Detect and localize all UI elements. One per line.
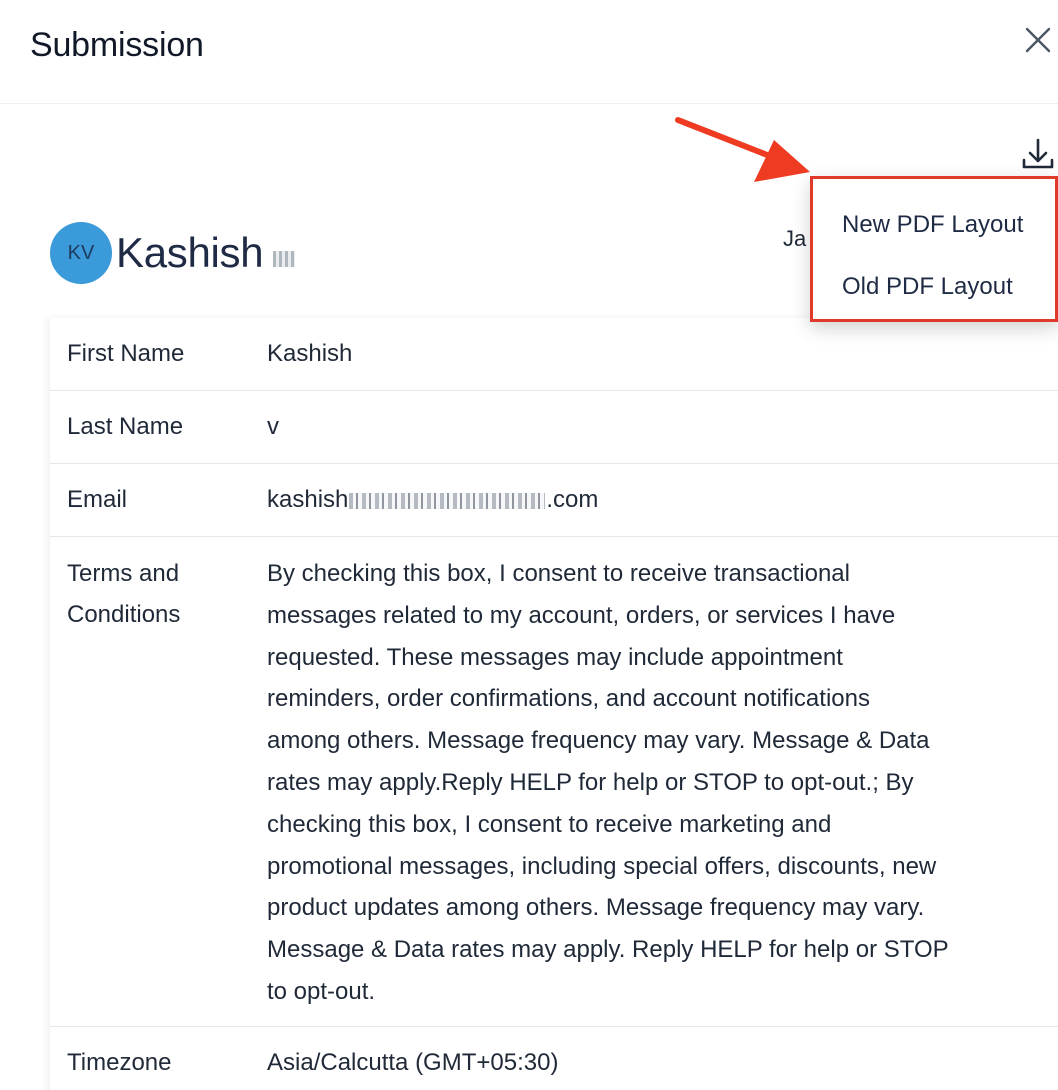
redacted-text <box>349 492 546 509</box>
field-row-first-name: First Name Kashish <box>50 318 1058 391</box>
terms-line: product updates among others. Message fr… <box>267 894 925 922</box>
close-button[interactable] <box>1020 22 1056 58</box>
menu-item-old-pdf-layout[interactable]: Old PDF Layout <box>842 273 1013 301</box>
redacted-text <box>273 251 296 267</box>
terms-line: promotional messages, including special … <box>267 852 937 880</box>
modal-title: Submission <box>30 26 204 64</box>
menu-item-new-pdf-layout[interactable]: New PDF Layout <box>842 211 1023 239</box>
email-prefix: kashish <box>267 486 349 513</box>
field-row-email: Email kashish .com <box>50 464 1058 537</box>
close-icon <box>1025 27 1051 53</box>
annotation-arrow-icon <box>675 117 810 182</box>
terms-line: checking this box, I consent to receive … <box>267 810 832 838</box>
terms-line: messages related to my account, orders, … <box>267 601 896 629</box>
email-suffix: .com <box>546 486 599 513</box>
terms-line: to opt-out. <box>267 977 376 1005</box>
download-layout-menu: New PDF Layout Old PDF Layout <box>810 176 1058 322</box>
submission-details-table: First Name Kashish Last Name v Email kas… <box>50 318 1058 1090</box>
field-label: Terms and Conditions <box>50 553 267 1026</box>
submitter-header: KV Kashish <box>50 220 296 286</box>
field-value: Kashish <box>267 340 353 367</box>
terms-line: Message & Data rates may apply. Reply HE… <box>267 936 949 964</box>
field-label: Last Name <box>67 413 184 440</box>
terms-line: reminders, order confirmations, and acco… <box>267 685 870 713</box>
field-row-terms: Terms and Conditions By checking this bo… <box>50 537 1058 1027</box>
submission-modal: Submission KV Kashish Ja First Name Kash… <box>0 0 1058 1090</box>
field-row-last-name: Last Name v <box>50 391 1058 464</box>
field-label: First Name <box>67 340 185 367</box>
field-label: Timezone <box>67 1049 172 1076</box>
terms-line: rates may apply.Reply HELP for help or S… <box>267 768 914 796</box>
terms-line: requested. These messages may include ap… <box>267 643 843 671</box>
field-label: Email <box>67 486 128 513</box>
avatar: KV <box>50 222 112 284</box>
modal-header: Submission <box>0 0 1058 104</box>
download-icon <box>1022 138 1054 169</box>
field-value: v <box>267 413 279 440</box>
field-label-line: Terms and <box>67 560 180 587</box>
field-label-line: Conditions <box>67 601 181 628</box>
terms-line: among others. Message frequency may vary… <box>267 727 930 755</box>
download-button[interactable] <box>1018 136 1058 176</box>
field-row-timezone: Timezone Asia/Calcutta (GMT+05:30) <box>50 1027 1058 1090</box>
field-value: By checking this box, I consent to recei… <box>267 553 1058 1026</box>
field-value: kashish .com <box>267 485 1058 515</box>
field-value: Asia/Calcutta (GMT+05:30) <box>267 1049 559 1076</box>
submission-date: Ja <box>783 226 807 251</box>
submitter-name: Kashish <box>116 229 264 276</box>
terms-line: By checking this box, I consent to recei… <box>267 560 850 587</box>
